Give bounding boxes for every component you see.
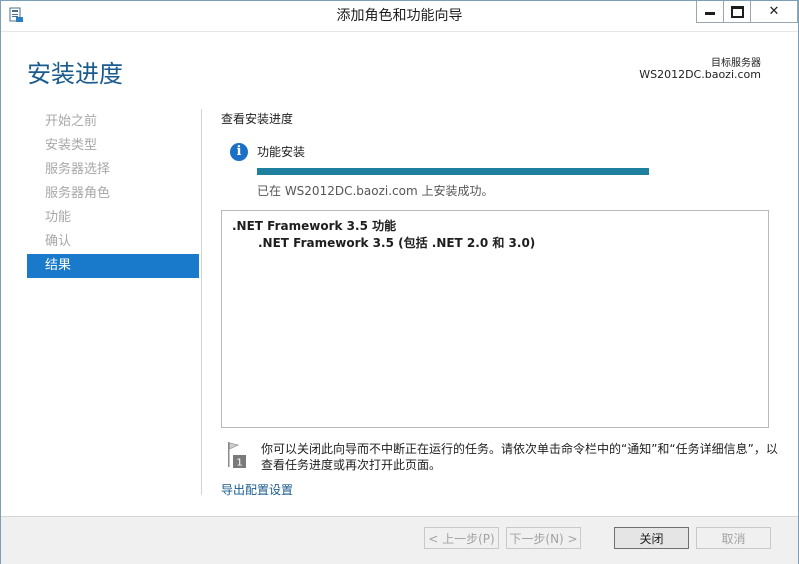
sidebar-step-results: 结果 — [27, 254, 199, 278]
window-title: 添加角色和功能向导 — [336, 8, 463, 24]
page-title: 安装进度 — [27, 60, 123, 88]
minimize-icon — [705, 12, 715, 15]
sidebar-step-server-selection: 服务器选择 — [45, 162, 111, 177]
wizard-window: 添加角色和功能向导 ✕ 安装进度 目标服务器 WS2012DC.baozi.co… — [0, 0, 799, 564]
wizard-steps-sidebar: 开始之前 安装类型 服务器选择 服务器角色 功能 确认 结果 — [27, 110, 199, 278]
result-item-net35-framework: .NET Framework 3.5 (包括 .NET 2.0 和 3.0) — [258, 236, 536, 250]
sidebar-step-features: 功能 — [45, 210, 72, 225]
flag-icon: 1 — [228, 442, 246, 469]
maximize-button[interactable] — [723, 1, 750, 23]
info-icon: i — [230, 143, 248, 161]
sidebar-step-confirmation: 确认 — [45, 234, 72, 249]
minimize-button[interactable] — [696, 1, 723, 23]
maximize-icon — [731, 6, 744, 18]
sidebar-step-server-roles: 服务器角色 — [45, 186, 111, 201]
svg-text:1: 1 — [236, 458, 242, 469]
installation-success-text: 已在 WS2012DC.baozi.com 上安装成功。 — [257, 184, 494, 198]
results-list[interactable]: .NET Framework 3.5 功能 .NET Framework 3.5… — [221, 210, 769, 428]
wizard-footer: < 上一步(P) 下一步(N) > 关闭 取消 — [1, 516, 798, 564]
title-bar[interactable]: 添加角色和功能向导 ✕ — [1, 1, 798, 32]
sidebar-step-installation-type: 安装类型 — [45, 138, 98, 153]
window-controls: ✕ — [696, 1, 798, 23]
result-item-net35-features: .NET Framework 3.5 功能 — [232, 219, 397, 233]
destination-server-label: 目标服务器 — [711, 58, 761, 69]
sidebar-divider — [201, 109, 202, 495]
installation-progress-bar — [257, 168, 649, 175]
close-icon: ✕ — [768, 4, 780, 19]
feature-installation-label: 功能安装 — [257, 145, 306, 159]
sidebar-step-before-you-begin: 开始之前 — [45, 114, 98, 129]
close-button[interactable]: 关闭 — [614, 527, 689, 549]
next-button[interactable]: 下一步(N) > — [506, 527, 581, 549]
export-configuration-link[interactable]: 导出配置设置 — [221, 481, 293, 498]
section-heading: 查看安装进度 — [221, 112, 294, 126]
close-wizard-note: 你可以关闭此向导而不中断正在运行的任务。请依次单击命令栏中的“通知”和“任务详细… — [261, 442, 778, 472]
close-window-button[interactable]: ✕ — [750, 1, 798, 23]
progress-fill — [257, 168, 649, 175]
destination-server-name: WS2012DC.baozi.com — [639, 68, 761, 81]
wizard-header: 安装进度 目标服务器 WS2012DC.baozi.com — [1, 32, 798, 107]
cancel-button[interactable]: 取消 — [696, 527, 771, 549]
previous-button[interactable]: < 上一步(P) — [424, 527, 499, 549]
